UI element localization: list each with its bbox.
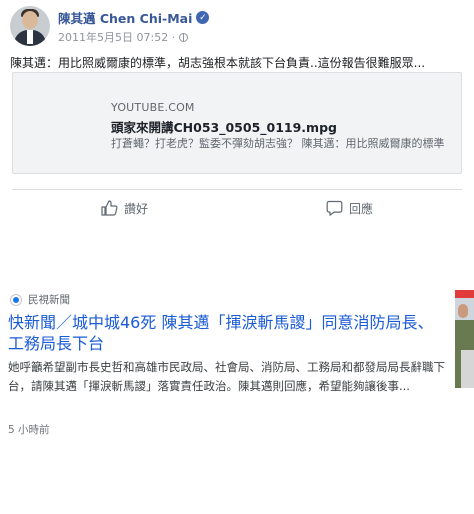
like-label: 讚好 [123, 201, 148, 216]
avatar[interactable] [10, 6, 50, 46]
globe-icon [179, 32, 189, 42]
divider [12, 189, 462, 190]
like-button[interactable]: 讚好 [12, 192, 237, 224]
link-title[interactable]: 頭家來開講CH053_0505_0119.mpg [111, 117, 337, 136]
verified-badge-icon: ✓ [196, 11, 210, 24]
source-logo-icon [10, 293, 22, 306]
news-thumbnail-image[interactable] [455, 290, 474, 388]
news-summary: 她呼籲希望副市長史哲和高雄市民政局、社會局、消防局、工務局和都發局局長辭職下台，… [8, 360, 445, 393]
post-timestamp[interactable]: 2011年5月5日 07:52 · [58, 29, 175, 45]
post-header: 陳其邁 Chen Chi-Mai ✓ 2011年5月5日 07:52 · [10, 6, 210, 46]
reply-button[interactable]: 回應 [237, 192, 462, 224]
post-meta: 陳其邁 Chen Chi-Mai ✓ 2011年5月5日 07:52 · [58, 8, 210, 45]
news-source-name: 民視新聞 [28, 294, 70, 306]
link-description: 打蒼蠅？打老虎？監委不彈劾胡志強？ 陳其邁：用比照威爾康的標準 [111, 137, 445, 150]
news-time: 5 小時前 [8, 424, 50, 436]
author-name[interactable]: 陳其邁 Chen Chi-Mai [58, 8, 192, 27]
post-actions: 讚好 回應 [12, 192, 462, 224]
post-text: 陳其邁：用比照威爾康的標準，胡志強根本就該下台負責..這份報告很難服眾... [10, 56, 426, 70]
reply-label: 回應 [348, 201, 373, 216]
news-source: 民視新聞 [10, 292, 70, 307]
thumbs-up-icon [101, 200, 118, 216]
link-domain: YOUTUBE.COM [111, 101, 195, 114]
facebook-post: 陳其邁 Chen Chi-Mai ✓ 2011年5月5日 07:52 · 陳其邁… [0, 0, 474, 240]
news-headline-link[interactable]: 快新聞／城中城46死 陳其邁「揮淚斬馬謖」同意消防局長、工務局長下台 [8, 312, 448, 354]
comment-bubble-icon [326, 200, 343, 216]
link-preview-card[interactable]: YOUTUBE.COM 頭家來開講CH053_0505_0119.mpg 打蒼蠅… [12, 72, 462, 174]
